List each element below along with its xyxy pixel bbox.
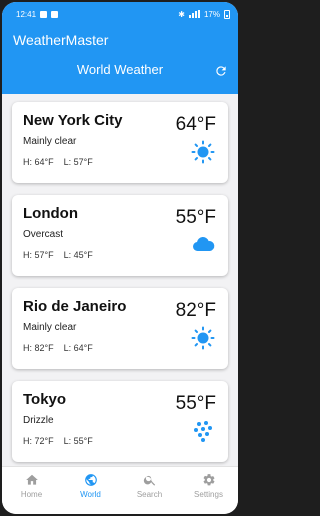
nav-label: Settings: [194, 490, 223, 499]
status-bar: 12:41 ✱ 17%: [2, 2, 238, 26]
battery-icon: [224, 9, 230, 19]
app-header: 12:41 ✱ 17% WeatherMaster World Weather: [2, 2, 238, 94]
city-name: New York City: [23, 112, 123, 129]
high-low: H: 72°F L: 55°F: [23, 436, 93, 446]
high-low: H: 57°F L: 45°F: [23, 250, 93, 260]
low-temp: L: 57°F: [63, 157, 93, 167]
current-temp: 55°F: [175, 207, 216, 228]
high-temp: H: 57°F: [23, 250, 54, 260]
low-temp: L: 45°F: [63, 250, 93, 260]
status-time: 12:41: [16, 9, 37, 19]
nav-settings[interactable]: Settings: [179, 467, 238, 514]
condition-text: Mainly clear: [23, 136, 77, 147]
city-card-london[interactable]: London Overcast H: 57°F L: 45°F 55°F: [12, 195, 228, 276]
notification-icon: [51, 10, 59, 18]
home-icon: [25, 474, 38, 485]
refresh-icon[interactable]: [214, 64, 228, 78]
condition-text: Drizzle: [23, 415, 54, 426]
globe-icon: [84, 474, 97, 486]
signal-icon: [188, 10, 200, 18]
sun-icon: [191, 140, 215, 164]
city-card-new-york[interactable]: New York City Mainly clear H: 64°F L: 57°…: [12, 102, 228, 183]
notification-icon: [40, 10, 48, 18]
current-temp: 82°F: [175, 300, 216, 321]
nav-search[interactable]: Search: [120, 467, 179, 514]
current-temp: 64°F: [175, 114, 216, 135]
nav-home[interactable]: Home: [2, 467, 61, 514]
current-temp: 55°F: [175, 393, 216, 414]
bottom-navigation: Home World Search Settings: [2, 466, 238, 514]
bluetooth-icon: ✱: [178, 9, 185, 19]
page-title: World Weather: [76, 62, 164, 77]
city-list: New York City Mainly clear H: 64°F L: 57°…: [12, 102, 228, 474]
high-temp: H: 82°F: [23, 343, 54, 353]
high-low: H: 82°F L: 64°F: [23, 343, 93, 353]
low-temp: L: 64°F: [63, 343, 93, 353]
drizzle-icon: [194, 421, 212, 442]
battery-percent: 17%: [203, 9, 220, 19]
city-name: Tokyo: [23, 391, 67, 408]
condition-text: Mainly clear: [23, 322, 77, 333]
condition-text: Overcast: [23, 229, 64, 240]
toolbar: World Weather: [2, 54, 238, 94]
high-temp: H: 64°F: [23, 157, 54, 167]
city-name: London: [23, 205, 78, 222]
high-temp: H: 72°F: [23, 436, 54, 446]
app-screen: 12:41 ✱ 17% WeatherMaster World Weather …: [2, 2, 238, 514]
nav-label: Home: [20, 490, 43, 499]
city-card-rio-de-janeiro[interactable]: Rio de Janeiro Mainly clear H: 82°F L: 64…: [12, 288, 228, 369]
app-title: WeatherMaster: [13, 32, 109, 48]
nav-world[interactable]: World: [61, 467, 120, 514]
sun-icon: [191, 326, 215, 350]
cloud-icon: [193, 237, 215, 251]
low-temp: L: 55°F: [63, 436, 93, 446]
city-card-tokyo[interactable]: Tokyo Drizzle H: 72°F L: 55°F 55°F: [12, 381, 228, 462]
nav-label: World: [80, 490, 101, 499]
gear-icon: [203, 474, 214, 486]
search-icon: [143, 475, 155, 486]
nav-label: Search: [136, 490, 163, 499]
city-name: Rio de Janeiro: [23, 298, 127, 315]
high-low: H: 64°F L: 57°F: [23, 157, 93, 167]
